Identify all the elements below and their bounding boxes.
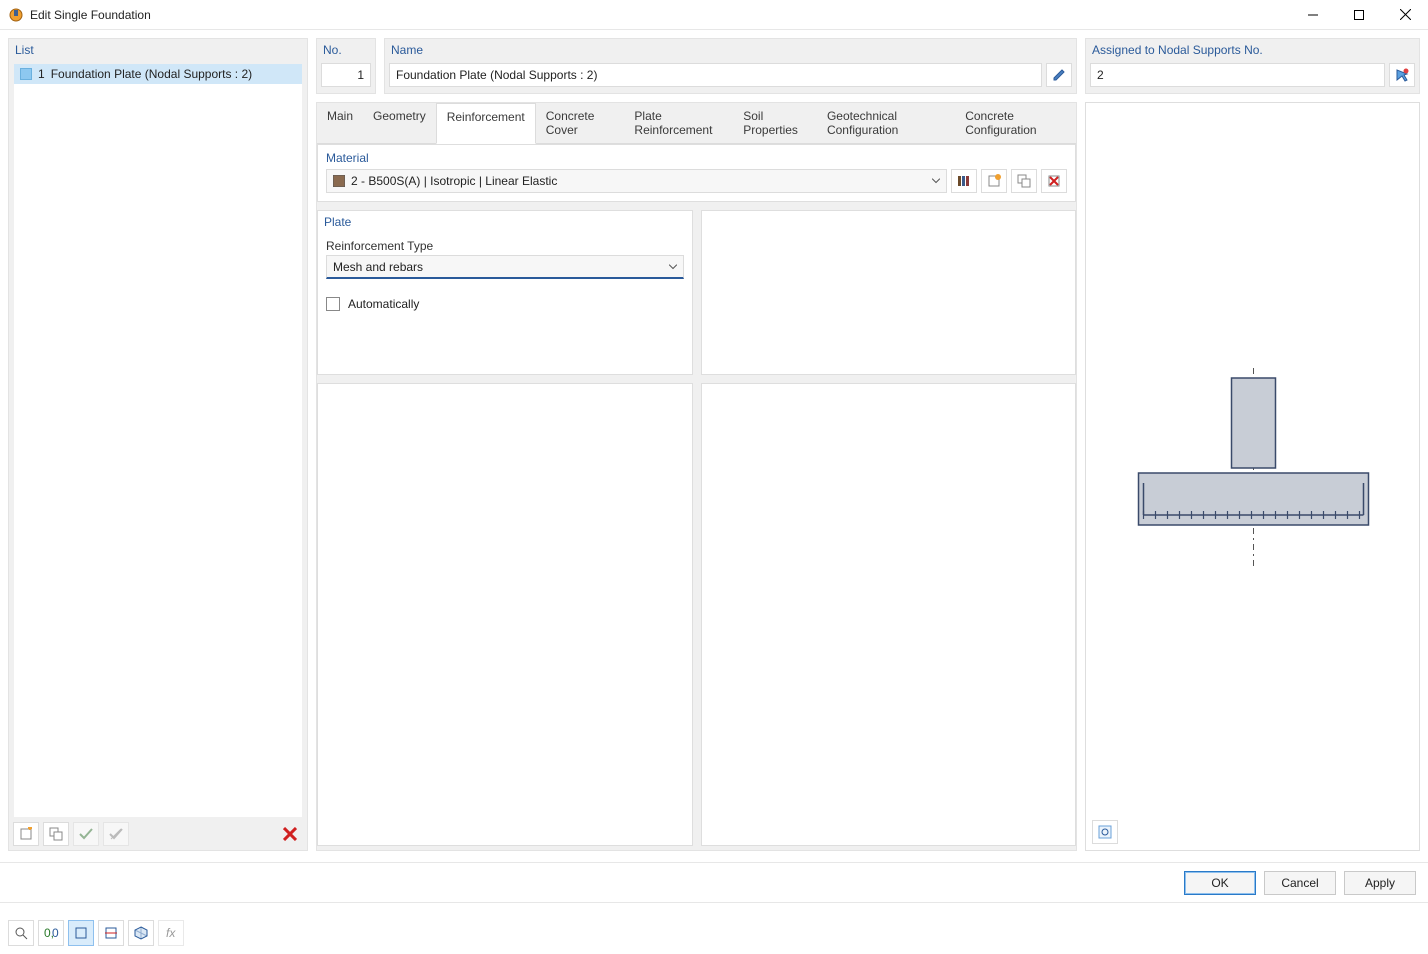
plate-panel-right: [701, 210, 1077, 375]
no-label: No.: [317, 39, 375, 63]
blank-panel-left: [317, 383, 693, 846]
maximize-button[interactable]: [1336, 0, 1382, 30]
ok-button[interactable]: OK: [1184, 871, 1256, 895]
window-title: Edit Single Foundation: [30, 8, 1290, 22]
plate-label: Plate: [318, 211, 692, 235]
reinforcement-type-combo[interactable]: Mesh and rebars: [326, 255, 684, 279]
reinforcement-type-label: Reinforcement Type: [318, 235, 692, 255]
no-field[interactable]: 1: [321, 63, 371, 87]
name-label: Name: [385, 39, 1076, 63]
minimize-button[interactable]: [1290, 0, 1336, 30]
material-swatch-icon: [333, 175, 345, 187]
blank-panel-right: [701, 383, 1077, 846]
tab-main[interactable]: Main: [317, 103, 363, 143]
material-library-button[interactable]: [951, 169, 977, 193]
tab-concrete-cover[interactable]: Concrete Cover: [536, 103, 625, 143]
tab-content: Material 2 - B500S(A) | Isotropic | Line…: [317, 144, 1076, 850]
preview-settings-button[interactable]: [1092, 820, 1118, 844]
left-column: List 1 Foundation Plate (Nodal Supports …: [8, 38, 308, 851]
assigned-pick-button[interactable]: [1389, 63, 1415, 87]
list-panel: List 1 Foundation Plate (Nodal Supports …: [8, 38, 308, 851]
blank-row: [317, 383, 1076, 846]
select-all-button[interactable]: [73, 822, 99, 846]
preview-toolbar: [1092, 820, 1118, 844]
material-new-button[interactable]: [981, 169, 1007, 193]
status-search-button[interactable]: [8, 920, 34, 946]
deselect-all-button[interactable]: [103, 822, 129, 846]
material-label: Material: [318, 145, 1075, 169]
material-copy-button[interactable]: [1011, 169, 1037, 193]
chevron-down-icon: [669, 264, 677, 269]
tab-soil-properties[interactable]: Soil Properties: [733, 103, 817, 143]
titlebar: Edit Single Foundation: [0, 0, 1428, 30]
svg-text:fx: fx: [166, 926, 176, 940]
list-item-label: Foundation Plate (Nodal Supports : 2): [51, 67, 252, 81]
header-row: No. 1 Name Foundation Plate (Nodal Suppo…: [316, 38, 1077, 94]
close-button[interactable]: [1382, 0, 1428, 30]
material-delete-button[interactable]: [1041, 169, 1067, 193]
tab-reinforcement[interactable]: Reinforcement: [436, 103, 536, 144]
plate-panel: Plate Reinforcement Type Mesh and rebars…: [317, 210, 693, 375]
automatically-checkbox[interactable]: [326, 297, 340, 311]
tab-concrete-configuration[interactable]: Concrete Configuration: [955, 103, 1076, 143]
list-item-swatch-icon: [20, 68, 32, 80]
tabstrip: Main Geometry Reinforcement Concrete Cov…: [317, 103, 1076, 144]
cancel-button[interactable]: Cancel: [1264, 871, 1336, 895]
preview-panel: [1085, 102, 1420, 851]
workspace: List 1 Foundation Plate (Nodal Supports …: [0, 30, 1428, 859]
automatically-label: Automatically: [348, 297, 419, 311]
statusbar: 0,00 fx: [0, 902, 1428, 954]
material-panel: Material 2 - B500S(A) | Isotropic | Line…: [317, 144, 1076, 202]
list-toolbar: [9, 818, 307, 850]
name-panel: Name Foundation Plate (Nodal Supports : …: [384, 38, 1077, 94]
assigned-field[interactable]: 2: [1090, 63, 1385, 87]
right-column: Assigned to Nodal Supports No. 2: [1085, 38, 1420, 851]
dialog-footer: OK Cancel Apply: [0, 862, 1428, 902]
copy-button[interactable]: [43, 822, 69, 846]
status-section-dim-button[interactable]: [98, 920, 124, 946]
status-3d-button[interactable]: [128, 920, 154, 946]
reinforcement-type-value: Mesh and rebars: [333, 260, 423, 274]
name-field[interactable]: Foundation Plate (Nodal Supports : 2): [389, 63, 1042, 87]
tabs-panel: Main Geometry Reinforcement Concrete Cov…: [316, 102, 1077, 851]
app-icon: [8, 7, 24, 23]
tab-plate-reinforcement[interactable]: Plate Reinforcement: [624, 103, 733, 143]
material-combo-value: 2 - B500S(A) | Isotropic | Linear Elasti…: [351, 174, 557, 188]
automatically-row[interactable]: Automatically: [318, 287, 692, 321]
status-units-button[interactable]: 0,00: [38, 920, 64, 946]
no-panel: No. 1: [316, 38, 376, 94]
list-body[interactable]: 1 Foundation Plate (Nodal Supports : 2): [13, 63, 303, 818]
svg-text:00: 00: [52, 927, 59, 939]
delete-button[interactable]: [277, 822, 303, 846]
status-section-button[interactable]: [68, 920, 94, 946]
assigned-panel: Assigned to Nodal Supports No. 2: [1085, 38, 1420, 94]
edit-name-icon[interactable]: [1046, 63, 1072, 87]
assigned-label: Assigned to Nodal Supports No.: [1086, 39, 1419, 63]
material-combo[interactable]: 2 - B500S(A) | Isotropic | Linear Elasti…: [326, 169, 947, 193]
list-item[interactable]: 1 Foundation Plate (Nodal Supports : 2): [14, 64, 302, 84]
new-button[interactable]: [13, 822, 39, 846]
list-item-num: 1: [38, 67, 45, 81]
list-label: List: [9, 39, 307, 63]
chevron-down-icon: [932, 179, 940, 184]
status-function-button[interactable]: fx: [158, 920, 184, 946]
tab-geometry[interactable]: Geometry: [363, 103, 436, 143]
tab-geotechnical-configuration[interactable]: Geotechnical Configuration: [817, 103, 955, 143]
apply-button[interactable]: Apply: [1344, 871, 1416, 895]
plate-row: Plate Reinforcement Type Mesh and rebars…: [317, 210, 1076, 375]
foundation-preview-icon: [1086, 103, 1421, 823]
middle-column: No. 1 Name Foundation Plate (Nodal Suppo…: [316, 38, 1077, 851]
